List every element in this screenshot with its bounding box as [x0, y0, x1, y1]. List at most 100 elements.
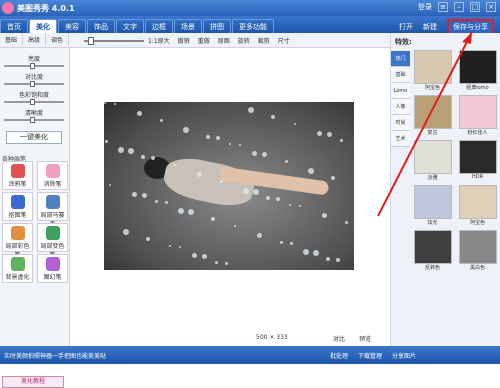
pen-tool[interactable]: 魔幻笔	[37, 254, 68, 283]
photo-speck	[229, 143, 231, 145]
photo-speck	[336, 258, 340, 262]
one-key-beautify-button[interactable]: 一键美化	[6, 131, 62, 144]
crop-button[interactable]: 裁剪	[258, 36, 270, 45]
photo-speck	[280, 241, 283, 244]
pen-icon	[10, 257, 25, 271]
photo-speck	[151, 156, 155, 160]
effect-preview	[458, 50, 497, 84]
photo-speck	[155, 200, 158, 203]
tab-scene[interactable]: 场景	[174, 19, 202, 33]
effect-thumbnail[interactable]: 淡雅	[412, 140, 453, 183]
tab-home[interactable]: 首页	[0, 19, 28, 33]
pen-label: 消除笔	[43, 181, 62, 188]
tab-more[interactable]: 更多功能	[232, 19, 274, 33]
tutorial-button[interactable]: 美化教程	[2, 376, 64, 388]
effect-thumbnail[interactable]: 阿宝色	[412, 50, 453, 93]
tab-collage[interactable]: 拼图	[203, 19, 231, 33]
effect-category-tab[interactable]: 热门	[391, 51, 410, 67]
tab-beauty[interactable]: 美容	[58, 19, 86, 33]
effect-thumbnail[interactable]: 粉红佳人	[457, 95, 498, 138]
pen-tool[interactable]: 局部彩色笔	[2, 223, 33, 259]
maximize-icon[interactable]: □	[470, 2, 480, 12]
subtab-color[interactable]: 调色	[46, 33, 70, 46]
photo-speck	[206, 135, 210, 139]
effect-category-tab[interactable]: 基础	[391, 67, 410, 83]
contrast-control[interactable]: 对比度	[4, 72, 64, 87]
photo-speck	[183, 127, 189, 133]
effect-category-tab[interactable]: 时尚	[391, 115, 410, 131]
resize-button[interactable]: 尺寸	[278, 36, 290, 45]
status-tip[interactable]: 实时美颜拍照神器一手把图也能美美哒	[4, 351, 106, 360]
subtab-basic[interactable]: 基础	[0, 33, 24, 46]
photo-speck	[188, 209, 194, 215]
new-button[interactable]: 新建	[423, 22, 437, 32]
pen-tool[interactable]: 消除笔	[37, 161, 68, 190]
login-link[interactable]: 登录	[418, 2, 432, 12]
menu-icon[interactable]: ≡	[438, 2, 448, 12]
photo-speck	[137, 111, 142, 116]
pen-tool[interactable]: 抠图笔	[2, 192, 33, 221]
minimize-icon[interactable]: –	[454, 2, 464, 12]
window-title: 美图秀秀 4.0.1	[17, 4, 75, 13]
photo-speck	[253, 189, 259, 195]
subtab-advanced[interactable]: 高级	[23, 33, 47, 46]
photo[interactable]	[104, 102, 354, 270]
tab-beautify[interactable]: 美化	[29, 19, 57, 33]
photo-speck	[128, 148, 134, 154]
photo-speck	[308, 168, 314, 174]
photo-speck	[285, 160, 288, 163]
tab-accessories[interactable]: 饰品	[87, 19, 115, 33]
open-button[interactable]: 打开	[399, 22, 413, 32]
effect-category-tab[interactable]: Lomo	[391, 83, 410, 99]
pen-icon	[10, 164, 25, 178]
effect-label: 阿宝色	[469, 220, 485, 226]
rotate-button[interactable]: 旋转	[238, 36, 250, 45]
saturation-label: 色彩饱和度	[18, 92, 49, 99]
compare-button[interactable]: 对比	[333, 334, 345, 343]
redo-button[interactable]: 重做	[198, 36, 210, 45]
pen-tool[interactable]: 背景虚化	[2, 254, 33, 283]
photo-speck	[216, 136, 220, 140]
pen-icon	[10, 226, 25, 240]
photo-speck	[289, 204, 291, 206]
effect-thumbnail[interactable]: HDR	[457, 140, 498, 183]
share-button[interactable]: 分享图片	[392, 351, 416, 360]
photo-speck	[179, 246, 181, 248]
pen-tool[interactable]: 涂鸦笔	[2, 161, 33, 190]
photo-speck	[266, 196, 270, 200]
pen-icon	[45, 195, 60, 209]
tab-text[interactable]: 文字	[116, 19, 144, 33]
effect-preview	[458, 95, 497, 129]
batch-button[interactable]: 批处理	[330, 351, 348, 360]
pen-tool[interactable]: 局部变色笔	[37, 223, 68, 259]
download-button[interactable]: 下载管理	[358, 351, 382, 360]
photo-speck	[303, 249, 309, 255]
tab-border[interactable]: 边框	[145, 19, 173, 33]
effect-thumbnail[interactable]: 阿宝色	[457, 185, 498, 228]
photo-speck	[146, 237, 150, 241]
pen-tool[interactable]: 局部马赛克	[37, 192, 68, 228]
effect-label: 炫光	[427, 220, 438, 226]
original-button[interactable]: 原图	[218, 36, 230, 45]
photo-speck	[118, 147, 124, 153]
effect-thumbnail[interactable]: 经典lomo	[457, 50, 498, 93]
saturation-control[interactable]: 色彩饱和度	[4, 90, 64, 105]
photo-speck	[104, 102, 106, 104]
undo-button[interactable]: 撤销	[178, 36, 190, 45]
photo-speck	[178, 208, 184, 214]
sharpness-control[interactable]: 清晰度	[4, 108, 64, 123]
effect-thumbnail[interactable]: 复古	[412, 95, 453, 138]
zoom-original-button[interactable]: 1:1原大	[148, 36, 170, 45]
brightness-control[interactable]: 亮度	[4, 54, 64, 69]
image-status: 500 × 333 对比 预览	[71, 330, 390, 344]
effect-category-tab[interactable]: 艺术	[391, 131, 410, 147]
photo-speck	[327, 132, 332, 137]
preview-button[interactable]: 预览	[359, 334, 371, 343]
effect-thumbnail[interactable]: 黑白色	[457, 230, 498, 273]
effect-thumbnail[interactable]: 炫光	[412, 185, 453, 228]
zoom-slider-knob[interactable]	[88, 37, 94, 45]
effect-category-tab[interactable]: 人像	[391, 99, 410, 115]
close-icon[interactable]: ×	[486, 2, 496, 12]
effect-thumbnail[interactable]: 反转色	[412, 230, 453, 273]
zoom-slider[interactable]	[84, 37, 144, 45]
